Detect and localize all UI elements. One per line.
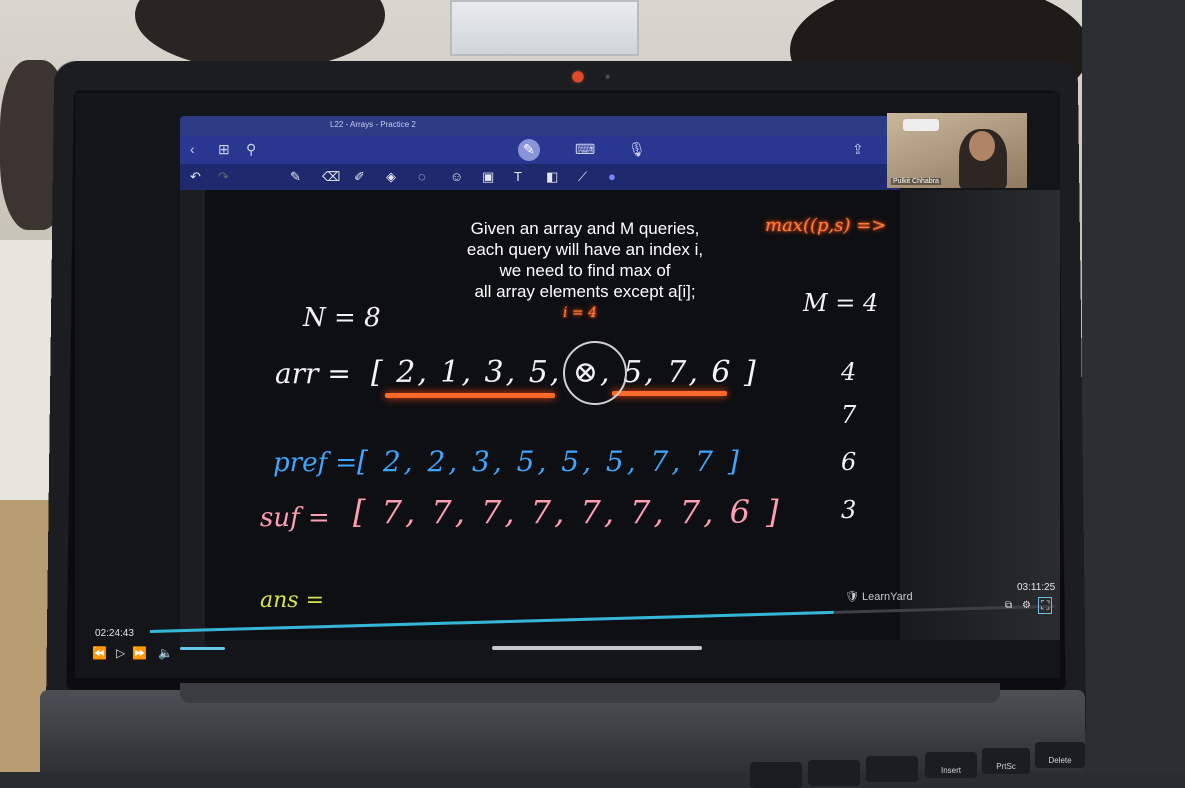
elapsed-time: 02:24:43 — [95, 628, 134, 639]
query-value: 6 — [841, 448, 857, 476]
mic-icon[interactable]: 🎙 — [628, 141, 646, 158]
chevron-left-icon[interactable]: ‹ — [190, 141, 195, 157]
grid-icon[interactable]: ⊞ — [218, 141, 230, 158]
sticker-icon[interactable]: ☺ — [450, 169, 463, 184]
problem-line: we need to find max of — [499, 261, 671, 280]
pref-label: pref = — [273, 448, 358, 478]
rewind-icon[interactable]: ⏪ — [92, 646, 107, 660]
color-picker-icon[interactable]: ● — [608, 169, 616, 184]
tab-title[interactable]: L22 - Arrays - Practice 2 — [330, 120, 416, 129]
air-conditioner — [903, 119, 939, 131]
dark-edge — [1082, 0, 1185, 772]
shapes-icon[interactable]: ◈ — [386, 169, 396, 185]
query-value: 3 — [841, 496, 857, 524]
gear-icon[interactable]: ⚙ — [1022, 600, 1031, 611]
canvas-margin — [180, 190, 205, 650]
student-head — [135, 0, 385, 70]
presenter-name: Pulkit Chhabra — [891, 178, 941, 185]
home-indicator — [492, 646, 702, 650]
suffix-bracket — [612, 391, 727, 396]
problem-line: each query will have an index i, — [466, 240, 704, 259]
keyboard-key[interactable] — [750, 762, 802, 788]
problem-statement: Given an array and M queries, each query… — [420, 218, 750, 302]
keyboard-key[interactable] — [866, 756, 918, 782]
play-icon[interactable]: ▷ — [116, 646, 125, 660]
webcam-icon — [571, 70, 584, 83]
redo-icon[interactable]: ↷ — [218, 169, 229, 185]
keyboard-key[interactable]: Insert — [925, 752, 977, 778]
presenter-face — [969, 131, 995, 161]
keyboard-key[interactable]: Delete — [1035, 742, 1085, 768]
pen-icon[interactable]: ✎ — [523, 141, 535, 158]
fullscreen-icon[interactable]: ⛶ — [1038, 597, 1053, 614]
suf-values: [ 7, 7, 7, 7, 7, 7, 7, 6 ] — [353, 493, 782, 531]
pref-values: [ 2, 2, 3, 5, 5, 5, 7, 7 ] — [357, 445, 742, 478]
picture-in-picture-icon[interactable]: ⧉ — [1005, 600, 1012, 611]
eraser-icon[interactable]: ⌫ — [322, 169, 340, 185]
lasso-icon[interactable]: ◌ — [418, 169, 426, 184]
pen-icon[interactable]: ✎ — [290, 169, 301, 185]
presenter-video[interactable]: Pulkit Chhabra — [887, 113, 1027, 188]
undo-icon[interactable]: ↶ — [190, 169, 201, 185]
top-toolbar: ‹ ⊞ ⚲ ✎ ⌨ 🎙 ⇪ — [180, 136, 900, 164]
ans-label: ans = — [260, 588, 325, 613]
highlighter-icon[interactable]: ✐ — [354, 169, 365, 185]
camera-icon[interactable]: ◧ — [546, 169, 558, 185]
video-screen: L22 - Arrays - Practice 2 ‹ ⊞ ⚲ ✎ ⌨ 🎙 ⇪ … — [75, 93, 1060, 678]
volume-icon[interactable]: 🔈 — [158, 646, 173, 660]
problem-line: Given an array and M queries, — [470, 219, 700, 238]
window — [450, 0, 639, 56]
image-icon[interactable]: ▣ — [482, 169, 494, 185]
text-icon[interactable]: T — [514, 169, 522, 184]
sensor-icon — [605, 74, 610, 79]
prefix-bracket — [385, 393, 555, 398]
query-value: 7 — [841, 401, 857, 429]
n-value: N = 8 — [303, 303, 381, 333]
drawing-toolbar: ↶ ↷ ✎ ⌫ ✐ ◈ ◌ ☺ ▣ T ◧ ⟋ ● — [180, 164, 900, 190]
ruler-icon[interactable]: ⟋ — [578, 169, 587, 185]
problem-line: all array elements except a[i]; — [474, 282, 696, 301]
forward-icon[interactable]: ⏩ — [132, 646, 147, 660]
tab-bar: L22 - Arrays - Practice 2 — [180, 116, 900, 136]
brand-name: LearnYard — [862, 591, 913, 603]
keyboard-key[interactable] — [808, 760, 860, 786]
excluded-element-circle — [563, 341, 627, 405]
keyboard-icon[interactable]: ⌨ — [575, 141, 595, 158]
volume-slider[interactable] — [180, 647, 225, 650]
m-value: M = 4 — [803, 289, 879, 317]
suf-label: suf = — [260, 503, 330, 533]
canvas-edge — [900, 190, 1060, 640]
keyboard-key[interactable]: PrtSc — [982, 748, 1030, 774]
index-marker: i = 4 — [563, 305, 598, 321]
max-formula-note: max((p,s) => — [765, 215, 887, 236]
brand-logo: 🛡 LearnYard — [845, 591, 913, 603]
laptop-hinge — [180, 683, 1000, 703]
total-duration: 03:11:25 — [1017, 582, 1056, 593]
search-icon[interactable]: ⚲ — [246, 141, 256, 158]
query-value: 4 — [841, 358, 857, 386]
share-icon[interactable]: ⇪ — [852, 141, 864, 158]
arr-label: arr = — [275, 357, 351, 390]
